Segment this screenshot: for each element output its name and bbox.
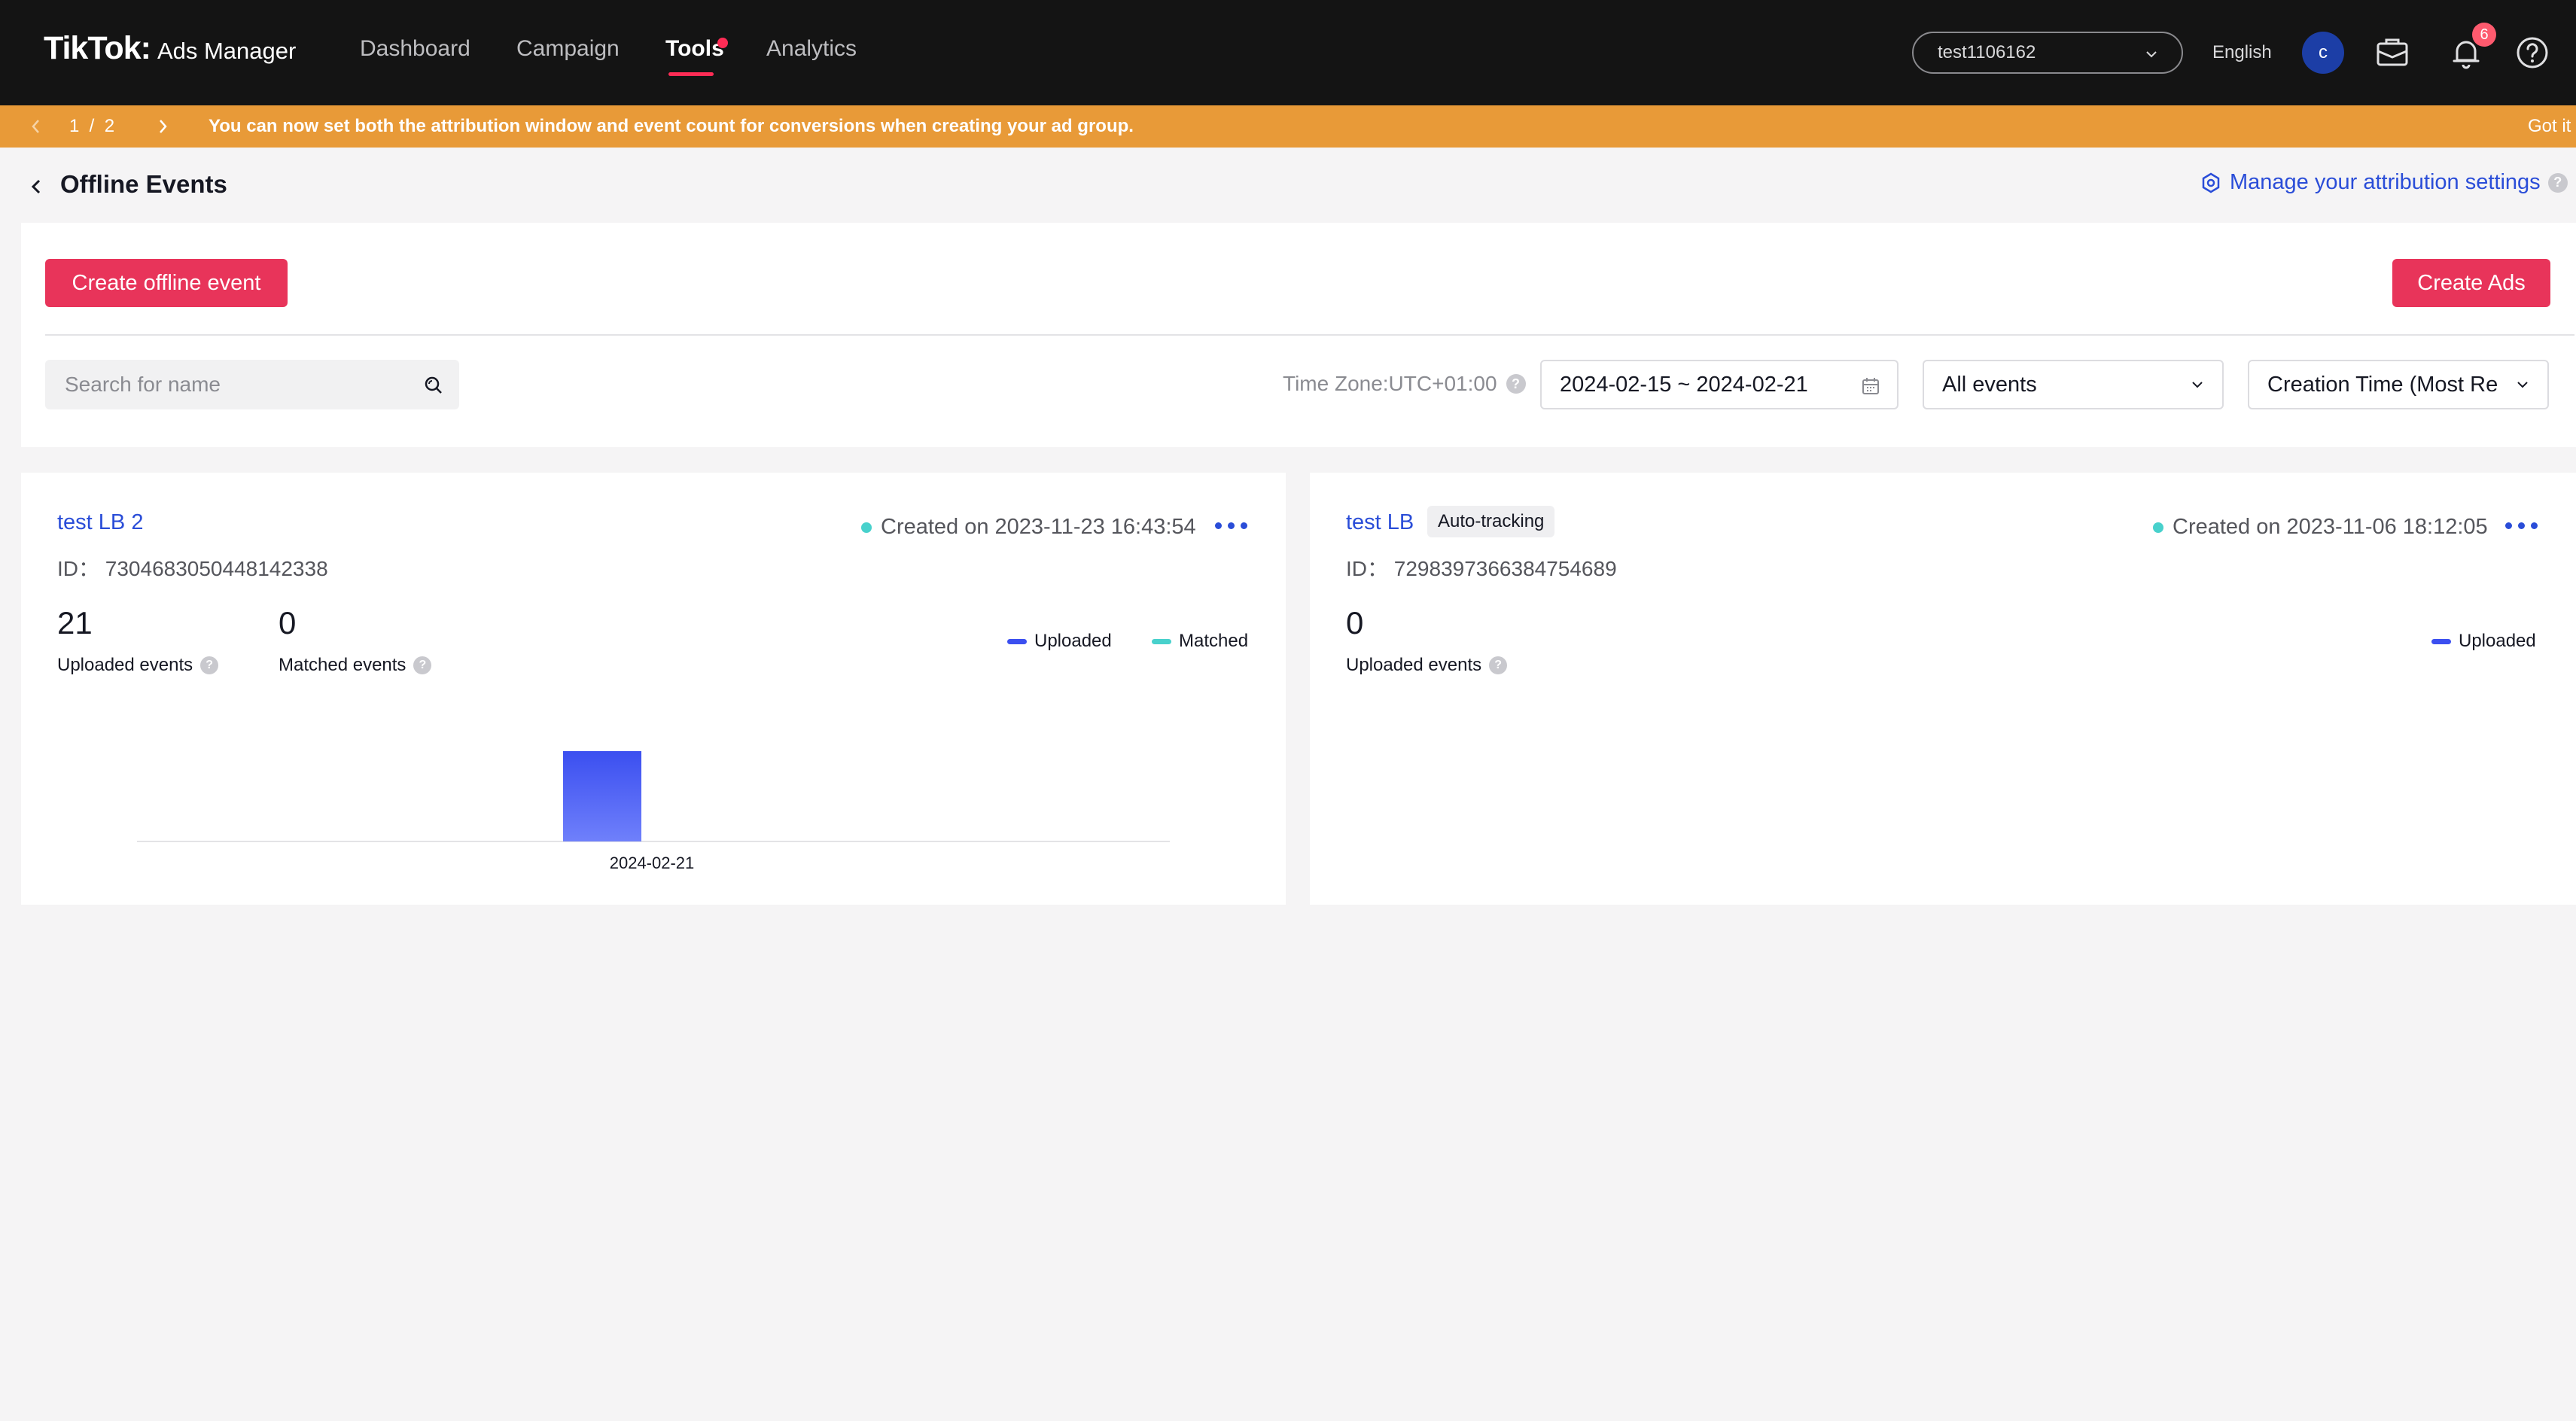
announcement-text: You can now set both the attribution win… [209, 116, 1134, 136]
top-navigation: TikTok : Ads Manager Dashboard Campaign … [0, 0, 2576, 105]
chevron-down-icon [2517, 382, 2528, 388]
search-box [45, 360, 459, 409]
announcement-bar: 1 / 2 You can now set both the attributi… [0, 105, 2576, 148]
legend-uploaded-label: Uploaded [2459, 631, 2536, 651]
logo-brand: TikTok [44, 30, 142, 66]
announcement-pagination: 1 / 2 [69, 116, 115, 136]
help-icon[interactable]: ? [2547, 172, 2568, 193]
legend-uploaded[interactable]: Uploaded [2431, 631, 2536, 652]
logo-product: Ads Manager [157, 38, 297, 64]
announcement-dismiss-button[interactable]: Got it [2528, 116, 2571, 137]
chevron-down-icon [2146, 51, 2157, 58]
chevron-down-icon [2192, 382, 2203, 388]
created-timestamp: Created on 2023-11-06 18:12:05 [2173, 515, 2488, 539]
notification-count-badge: 6 [2472, 23, 2496, 47]
uploaded-events-label-text: Uploaded events [1346, 655, 1482, 675]
help-icon[interactable]: ? [1506, 374, 1526, 394]
nav-campaign[interactable]: Campaign [516, 36, 620, 62]
date-range-value: 2024-02-15 ~ 2024-02-21 [1560, 372, 1808, 397]
help-icon[interactable]: ? [1489, 656, 1508, 674]
briefcase-icon[interactable] [2373, 33, 2412, 72]
back-arrow-icon[interactable] [26, 176, 47, 197]
events-bar-chart: 2024-02-21 [137, 751, 1170, 872]
create-ads-button[interactable]: Create Ads [2392, 259, 2550, 307]
settings-icon [2202, 172, 2220, 193]
active-nav-underline [668, 72, 714, 76]
divider [45, 334, 2574, 336]
created-status: Created on 2023-11-06 18:12:05 [2153, 515, 2488, 540]
timezone-text: Time Zone:UTC+01:00 [1283, 372, 1497, 395]
calendar-icon [1862, 378, 1879, 394]
nav-analytics[interactable]: Analytics [766, 36, 857, 62]
auto-tracking-tag: Auto-tracking [1427, 506, 1555, 537]
more-options-icon[interactable] [2505, 522, 2538, 529]
x-tick-label: 2024-02-21 [610, 854, 695, 872]
search-icon[interactable] [423, 375, 444, 396]
event-id: ID： 7298397366384754689 [1346, 557, 1617, 580]
attribution-settings-link[interactable]: Manage your attribution settings ? [2200, 170, 2568, 195]
date-range-picker[interactable]: 2024-02-15 ~ 2024-02-21 [1540, 360, 1899, 409]
timezone-label: Time Zone:UTC+01:00 ? [1283, 372, 1526, 396]
new-indicator-dot [717, 38, 728, 48]
event-filter-value: All events [1942, 372, 2037, 397]
chart-bar-uploaded-2024-02-21[interactable] [563, 751, 641, 841]
toolbar-panel: Create offline event Create Ads Time Zon… [21, 223, 2576, 447]
uploaded-events-count: 0 [1346, 605, 1364, 641]
account-selector[interactable]: test1106162 [1912, 32, 2183, 74]
uploaded-events-label: Uploaded events ? [1346, 655, 1508, 676]
nav-dashboard[interactable]: Dashboard [360, 36, 470, 62]
event-name-link[interactable]: test LB [1346, 510, 1414, 535]
search-input[interactable] [45, 360, 459, 409]
attribution-settings-label: Manage your attribution settings [2230, 170, 2541, 194]
event-filter-select[interactable]: All events [1923, 360, 2224, 409]
avatar[interactable]: c [2302, 32, 2344, 74]
account-name: test1106162 [1938, 42, 2036, 62]
chevron-right-icon[interactable] [154, 116, 172, 137]
tiktok-ads-manager-logo[interactable]: TikTok : Ads Manager [44, 30, 296, 67]
logo-colon: : [140, 30, 151, 66]
nav-tools[interactable]: Tools [665, 36, 724, 62]
chevron-left-icon[interactable] [27, 116, 45, 137]
offline-event-card: test LB 2 ID： 7304683050448142338 Create… [21, 473, 1286, 905]
offline-event-card: test LB Auto-tracking ID： 72983973663847… [1310, 473, 2576, 905]
legend-swatch-uploaded [2431, 638, 2451, 644]
create-offline-event-button[interactable]: Create offline event [45, 259, 288, 307]
sort-select[interactable]: Creation Time (Most Re [2248, 360, 2549, 409]
language-selector[interactable]: English [2212, 42, 2272, 63]
page-title: Offline Events [60, 170, 227, 198]
status-dot [2153, 522, 2163, 533]
sort-value: Creation Time (Most Re [2267, 372, 2498, 397]
help-icon[interactable] [2513, 33, 2552, 72]
